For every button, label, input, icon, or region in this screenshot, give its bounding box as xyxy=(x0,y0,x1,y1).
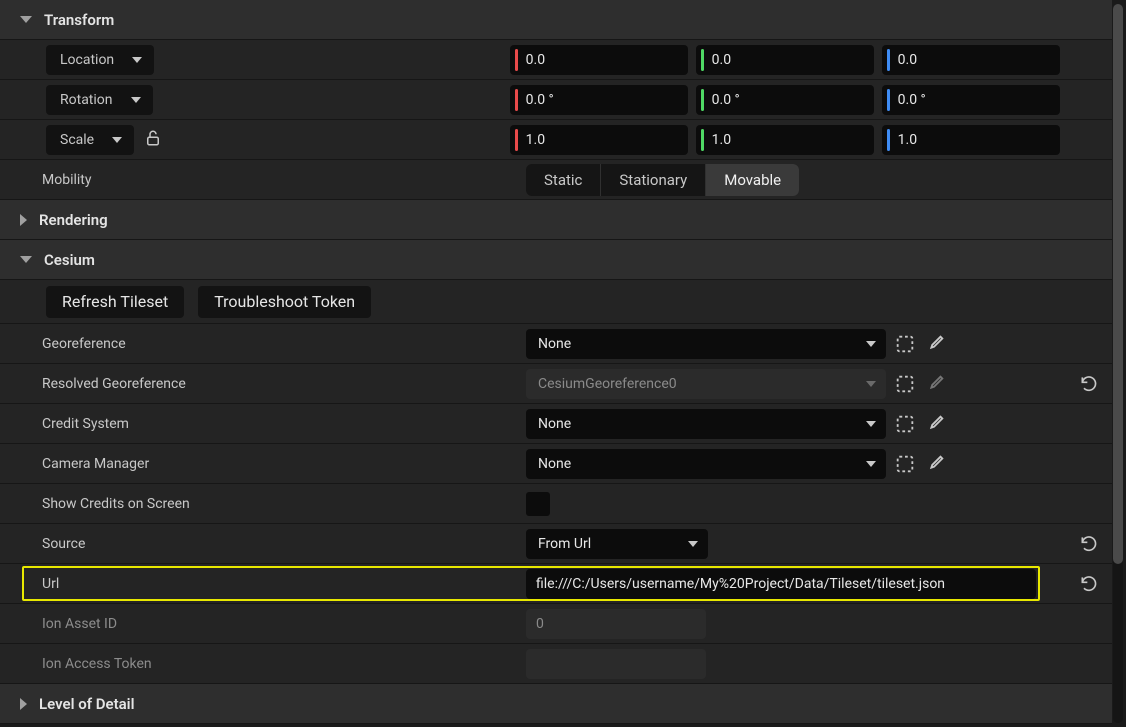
section-header-rendering[interactable]: Rendering xyxy=(0,200,1112,240)
show-credits-checkbox[interactable] xyxy=(526,492,550,516)
location-y-input[interactable]: 0.0 xyxy=(696,45,874,75)
section-title-transform: Transform xyxy=(44,11,114,29)
section-title-rendering: Rendering xyxy=(39,211,108,229)
chevron-down-icon xyxy=(20,256,32,263)
troubleshoot-token-button[interactable]: Troubleshoot Token xyxy=(198,286,371,318)
row-scale: Scale 1.0 1.0 1.0 xyxy=(0,120,1112,160)
row-camera-manager: Camera Manager None xyxy=(0,444,1112,484)
row-rotation: Rotation 0.0 ° 0.0 ° 0.0 ° xyxy=(0,80,1112,120)
rotation-z-input[interactable]: 0.0 ° xyxy=(882,85,1060,115)
chevron-down-icon xyxy=(20,16,32,23)
pick-actor-icon xyxy=(924,373,946,395)
chevron-down-icon xyxy=(132,57,142,63)
refresh-tileset-button[interactable]: Refresh Tileset xyxy=(46,286,184,318)
scale-dropdown[interactable]: Scale xyxy=(46,125,134,155)
credit-system-label: Credit System xyxy=(42,416,129,432)
mobility-segmented: Static Stationary Movable xyxy=(526,164,799,196)
mobility-static[interactable]: Static xyxy=(526,164,601,196)
section-header-lod[interactable]: Level of Detail xyxy=(0,684,1112,724)
use-selected-icon[interactable] xyxy=(894,373,916,395)
url-input[interactable]: file:///C:/Users/username/My%20Project/D… xyxy=(526,569,1036,599)
chevron-right-icon xyxy=(20,214,27,226)
mobility-stationary[interactable]: Stationary xyxy=(601,164,706,196)
row-mobility: Mobility Static Stationary Movable xyxy=(0,160,1112,200)
resolved-georeference-dropdown: CesiumGeoreference0 xyxy=(526,369,886,399)
georeference-dropdown[interactable]: None xyxy=(526,329,886,359)
mobility-label: Mobility xyxy=(42,172,92,188)
scale-z-input[interactable]: 1.0 xyxy=(882,125,1060,155)
row-show-credits: Show Credits on Screen xyxy=(0,484,1112,524)
section-title-lod: Level of Detail xyxy=(39,695,134,713)
row-georeference: Georeference None xyxy=(0,324,1112,364)
row-location: Location 0.0 0.0 0.0 xyxy=(0,40,1112,80)
location-label: Location xyxy=(60,52,114,68)
source-label: Source xyxy=(42,536,85,552)
row-credit-system: Credit System None xyxy=(0,404,1112,444)
lock-open-icon[interactable] xyxy=(144,129,162,151)
reset-to-default-icon[interactable] xyxy=(1079,534,1099,554)
url-label: Url xyxy=(42,576,59,592)
section-header-transform[interactable]: Transform xyxy=(0,0,1112,40)
location-dropdown[interactable]: Location xyxy=(46,45,154,75)
rotation-x-input[interactable]: 0.0 ° xyxy=(510,85,688,115)
mobility-movable[interactable]: Movable xyxy=(706,164,799,196)
row-url: Url file:///C:/Users/username/My%20Proje… xyxy=(0,564,1112,604)
credit-system-dropdown[interactable]: None xyxy=(526,409,886,439)
ion-access-token-label: Ion Access Token xyxy=(42,656,152,672)
section-title-cesium: Cesium xyxy=(44,251,95,269)
scale-y-input[interactable]: 1.0 xyxy=(696,125,874,155)
camera-manager-dropdown[interactable]: None xyxy=(526,449,886,479)
row-source: Source From Url xyxy=(0,524,1112,564)
georeference-label: Georeference xyxy=(42,336,126,352)
scale-x-input[interactable]: 1.0 xyxy=(510,125,688,155)
chevron-down-icon xyxy=(688,541,698,547)
use-selected-icon[interactable] xyxy=(894,413,916,435)
row-ion-asset-id: Ion Asset ID 0 xyxy=(0,604,1112,644)
pick-actor-icon[interactable] xyxy=(924,453,946,475)
reset-to-default-icon[interactable] xyxy=(1079,574,1099,594)
chevron-down-icon xyxy=(866,461,876,467)
details-panel: Transform Location 0.0 0.0 0.0 Rotation xyxy=(0,0,1112,724)
chevron-down-icon xyxy=(866,421,876,427)
row-resolved-georeference: Resolved Georeference CesiumGeoreference… xyxy=(0,364,1112,404)
resolved-georeference-label: Resolved Georeference xyxy=(42,376,186,392)
use-selected-icon[interactable] xyxy=(894,333,916,355)
rotation-label: Rotation xyxy=(60,92,113,108)
cesium-buttons-row: Refresh Tileset Troubleshoot Token xyxy=(0,280,1112,324)
chevron-down-icon xyxy=(866,381,876,387)
reset-to-default-icon[interactable] xyxy=(1079,374,1099,394)
rotation-y-input[interactable]: 0.0 ° xyxy=(696,85,874,115)
ion-access-token-input xyxy=(526,649,706,679)
scrollbar-track[interactable] xyxy=(1113,4,1123,723)
chevron-down-icon xyxy=(131,97,141,103)
show-credits-label: Show Credits on Screen xyxy=(42,496,190,512)
pick-actor-icon[interactable] xyxy=(924,333,946,355)
scale-label: Scale xyxy=(60,132,94,148)
ion-asset-id-input: 0 xyxy=(526,609,706,639)
chevron-down-icon xyxy=(112,137,122,143)
row-ion-access-token: Ion Access Token xyxy=(0,644,1112,684)
rotation-dropdown[interactable]: Rotation xyxy=(46,85,153,115)
location-z-input[interactable]: 0.0 xyxy=(882,45,1060,75)
camera-manager-label: Camera Manager xyxy=(42,456,149,472)
section-header-cesium[interactable]: Cesium xyxy=(0,240,1112,280)
ion-asset-id-label: Ion Asset ID xyxy=(42,616,117,632)
source-dropdown[interactable]: From Url xyxy=(526,529,708,559)
location-x-input[interactable]: 0.0 xyxy=(510,45,688,75)
chevron-down-icon xyxy=(866,341,876,347)
scrollbar-thumb[interactable] xyxy=(1113,4,1123,564)
chevron-right-icon xyxy=(20,698,27,710)
pick-actor-icon[interactable] xyxy=(924,413,946,435)
use-selected-icon[interactable] xyxy=(894,453,916,475)
